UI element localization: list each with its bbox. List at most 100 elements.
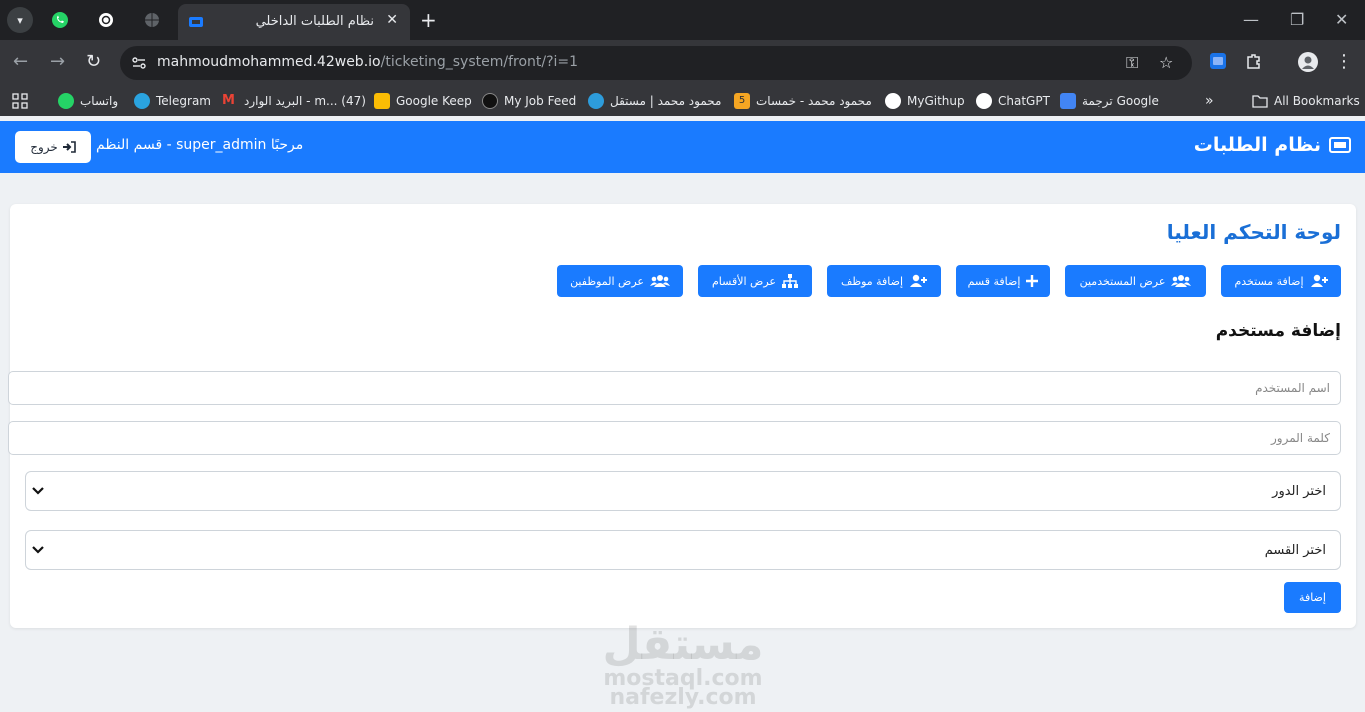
profile-avatar[interactable] [1298, 52, 1318, 72]
watermark-line-2: nafezly.com [609, 685, 757, 710]
whatsapp-icon [58, 93, 74, 109]
all-bookmarks-label: All Bookmarks [1274, 94, 1360, 108]
bookmark-label: My Job Feed [504, 94, 577, 108]
bookmark-star-icon[interactable]: ☆ [1159, 53, 1173, 72]
sitemap-icon [782, 274, 798, 288]
view-departments-button[interactable]: عرض الأقسام [698, 265, 812, 297]
bookmark-label: واتساب [80, 94, 119, 108]
bookmark-job-feed[interactable]: My Job Feed [482, 92, 576, 110]
bookmark-label: Telegram [156, 94, 211, 108]
site-info-icon[interactable] [130, 54, 148, 72]
chatgpt-icon [99, 13, 113, 27]
bookmark-mostaql[interactable]: محمود محمد | مستقل [588, 92, 721, 110]
folder-icon [1252, 95, 1268, 108]
view-departments-label: عرض الأقسام [712, 274, 776, 288]
forward-arrow-icon[interactable]: → [50, 52, 65, 72]
add-user-button[interactable]: إضافة مستخدم [1221, 265, 1341, 297]
bookmark-label: محمود محمد | مستقل [610, 94, 722, 108]
add-department-button[interactable]: إضافة قسم [956, 265, 1050, 297]
app-brand: نظام الطلبات [1194, 134, 1351, 156]
back-arrow-icon[interactable]: ← [13, 52, 28, 72]
bookmarks-bar: واتساب Telegram M البريد الوارد - m... (4… [0, 86, 1365, 116]
add-department-label: إضافة قسم [967, 274, 1021, 288]
view-users-label: عرض المستخدمين [1079, 274, 1166, 288]
bookmark-google-translate[interactable]: ترجمة Google [1060, 92, 1159, 110]
bookmark-label: البريد الوارد - m... (47) [244, 94, 366, 108]
logout-label: خروج [30, 140, 58, 154]
bookmark-google-keep[interactable]: Google Keep [374, 92, 472, 110]
bookmark-label: ChatGPT [998, 94, 1050, 108]
restore-icon[interactable]: ❐ [1290, 10, 1304, 29]
watermark: مستقل mostaql.com nafezly.com [598, 619, 768, 710]
extensions-puzzle-icon[interactable] [1245, 52, 1263, 70]
chatgpt-icon [976, 93, 992, 109]
apps-grid-icon[interactable] [12, 92, 28, 110]
active-tab[interactable]: نظام الطلبات الداخلي ✕ [178, 4, 410, 40]
chevron-down-icon [32, 546, 44, 554]
add-user-form-title: إضافة مستخدم [1215, 321, 1341, 341]
chevron-down-icon [32, 487, 44, 495]
gmail-icon: M [222, 93, 235, 108]
more-bookmarks-chevron-icon[interactable]: » [1205, 92, 1214, 110]
password-input[interactable] [8, 421, 1341, 455]
role-select-value: اختر الدور [1272, 484, 1326, 499]
users-icon [1171, 275, 1192, 287]
whatsapp-icon [52, 12, 68, 28]
app-title: نظام الطلبات [1193, 134, 1321, 156]
browser-toolbar: ← → ↻ mahmoudmohammed.42web.io/ticketing… [0, 40, 1365, 86]
minimize-icon[interactable]: — [1243, 10, 1259, 29]
url-text: mahmoudmohammed.42web.io/ticketing_syste… [157, 54, 578, 70]
pinned-tab-globe[interactable] [142, 10, 162, 30]
users-icon [649, 275, 670, 287]
dashboard-title: لوحة التحكم العليا [1166, 220, 1341, 244]
close-tab-icon[interactable]: ✕ [386, 12, 398, 28]
role-select[interactable]: اختر الدور [25, 471, 1341, 511]
add-user-label: إضافة مستخدم [1234, 274, 1304, 288]
bookmark-khamsat[interactable]: 5 محمود محمد - خمسات [734, 92, 872, 110]
kebab-menu-icon[interactable]: ⋮ [1335, 52, 1353, 72]
ticket-icon [1329, 137, 1351, 153]
globe-icon [145, 13, 159, 27]
bookmark-whatsapp[interactable]: واتساب [58, 92, 118, 110]
username-input[interactable] [8, 371, 1341, 405]
pinned-tab-whatsapp[interactable] [50, 10, 70, 30]
bookmark-gmail[interactable]: M البريد الوارد - m... (47) [222, 92, 366, 110]
logout-button[interactable]: خروج [15, 131, 91, 163]
view-users-button[interactable]: عرض المستخدمين [1065, 265, 1206, 297]
address-bar[interactable]: mahmoudmohammed.42web.io/ticketing_syste… [120, 46, 1192, 80]
department-select[interactable]: اختر القسم [25, 530, 1341, 570]
reload-icon[interactable]: ↻ [86, 52, 101, 72]
submit-label: إضافة [1299, 591, 1326, 604]
keep-icon [374, 93, 390, 109]
browser-tab-strip: ▾ نظام الطلبات الداخلي ✕ + — ❐ ✕ [0, 0, 1365, 40]
close-window-icon[interactable]: ✕ [1335, 10, 1348, 29]
user-plus-icon [910, 274, 928, 287]
add-employee-label: إضافة موظف [840, 274, 904, 288]
add-employee-button[interactable]: إضافة موظف [827, 265, 941, 297]
bookmark-github[interactable]: MyGithup [885, 92, 965, 110]
extension-translate-icon[interactable] [1209, 52, 1227, 70]
new-tab-button[interactable]: + [420, 8, 437, 32]
bookmark-label: Google Keep [396, 94, 472, 108]
view-employees-button[interactable]: عرض الموظفين [557, 265, 683, 297]
upwork-icon [482, 93, 498, 109]
tab-search-button[interactable]: ▾ [7, 7, 33, 33]
watermark-arabic: مستقل [602, 619, 764, 670]
sign-out-icon [62, 141, 76, 153]
bookmark-chatgpt[interactable]: ChatGPT [976, 92, 1050, 110]
bookmark-telegram[interactable]: Telegram [134, 92, 211, 110]
url-path: /ticketing_system/front/?i=1 [380, 54, 579, 70]
dashboard-panel: لوحة التحكم العليا إضافة مستخدم عرض المس… [8, 204, 1356, 628]
telegram-icon [134, 93, 150, 109]
url-host: mahmoudmohammed.42web.io [157, 54, 381, 70]
translate-icon [1060, 93, 1076, 109]
tab-title: نظام الطلبات الداخلي [255, 14, 374, 29]
pinned-tab-chatgpt[interactable] [96, 10, 116, 30]
user-plus-icon [1310, 274, 1328, 287]
bookmark-label: MyGithup [907, 94, 965, 108]
app-header: نظام الطلبات مرحبًا super_admin - قسم ال… [0, 121, 1365, 173]
password-key-icon[interactable]: ⚿ [1126, 53, 1138, 73]
submit-add-user-button[interactable]: إضافة [1284, 582, 1341, 613]
bookmark-label: محمود محمد - خمسات [756, 94, 872, 108]
all-bookmarks-folder[interactable]: All Bookmarks [1252, 92, 1360, 110]
